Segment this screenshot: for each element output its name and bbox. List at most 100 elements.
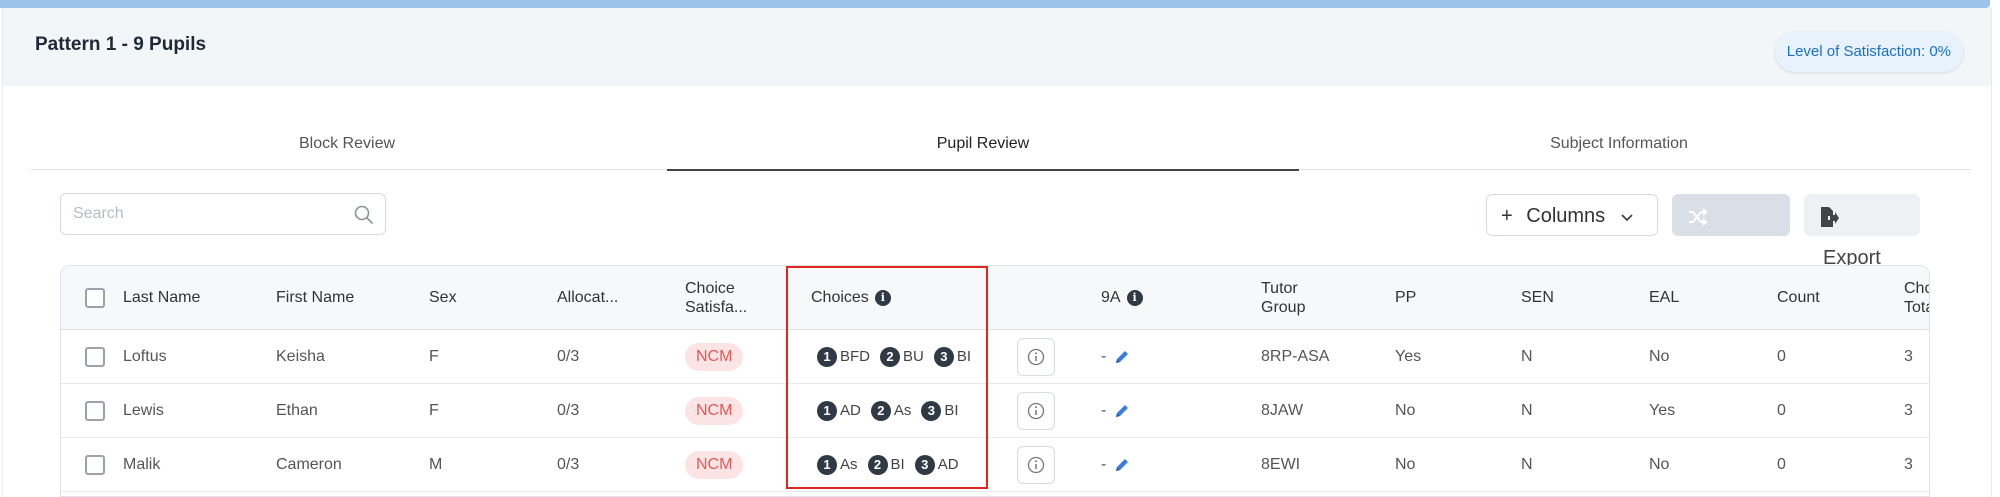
row-info-button[interactable] xyxy=(1017,337,1055,376)
row-checkbox[interactable] xyxy=(85,346,105,367)
cell-9a: - xyxy=(1101,438,1132,491)
choice-rank: 2 xyxy=(880,346,900,367)
tab-pupil-review[interactable]: Pupil Review xyxy=(667,118,1299,171)
info-circle-icon xyxy=(1027,402,1045,419)
cell-tutor-group: 8JAW xyxy=(1261,401,1304,419)
cell-first-name: Ethan xyxy=(276,401,318,419)
tab-subject-information[interactable]: Subject Information xyxy=(1303,118,1935,170)
cell-allocated: 0/3 xyxy=(557,347,580,365)
cell-last-name: Lewis xyxy=(123,401,164,419)
header-sen[interactable]: SEN xyxy=(1521,266,1554,329)
cell-eal: Yes xyxy=(1649,401,1676,419)
table-row[interactable]: Lewis Ethan F 0/3 NCM 1 AD 2 As 3 BI - 8JAW… xyxy=(61,384,1929,438)
choice-rank: 1 xyxy=(817,454,837,475)
row-info-button[interactable] xyxy=(1017,445,1055,484)
table-row[interactable]: Loftus Keisha F 0/3 NCM 1 BFD 2 BU 3 BI - 8… xyxy=(61,330,1929,384)
cell-last-name: Malik xyxy=(123,455,161,473)
chevron-down-icon xyxy=(1621,214,1633,221)
header-pp[interactable]: PP xyxy=(1395,266,1416,329)
columns-button[interactable]: + Columns xyxy=(1486,194,1658,236)
row-checkbox[interactable] xyxy=(85,454,105,475)
header-tutor-group[interactable]: Tutor Group xyxy=(1261,266,1305,329)
header-count[interactable]: Count xyxy=(1777,266,1820,329)
cell-eal: No xyxy=(1649,347,1670,365)
shuffle-button[interactable]: Shuffle xyxy=(1672,194,1790,269)
header-eal[interactable]: EAL xyxy=(1649,266,1679,329)
cell-sex: F xyxy=(429,401,439,419)
row-info-button[interactable] xyxy=(1017,391,1055,430)
satisfaction-badge: NCM xyxy=(685,396,744,425)
info-icon[interactable]: i xyxy=(1126,289,1143,306)
plus-icon: + xyxy=(1501,205,1513,227)
cell-choices: 1 AD 2 As 3 BI xyxy=(817,384,969,437)
cell-allocated: 0/3 xyxy=(557,401,580,419)
cell-choice-total: 3 xyxy=(1904,401,1913,419)
choice-rank: 3 xyxy=(921,400,942,421)
shuffle-icon xyxy=(1689,208,1708,226)
choice-item: 2 BU xyxy=(880,346,924,367)
card-title: Pattern 1 - 9 Pupils xyxy=(35,34,207,55)
cell-9a: - xyxy=(1101,384,1132,437)
choice-item: 2 As xyxy=(870,400,912,421)
cell-choices: 1 BFD 2 BU 3 BI xyxy=(817,330,981,383)
choice-item: 3 BI xyxy=(921,400,959,421)
cell-sen: N xyxy=(1521,347,1533,365)
choice-item: 2 BI xyxy=(867,454,905,475)
export-icon xyxy=(1821,206,1839,227)
edit-pencil-icon[interactable] xyxy=(1112,455,1132,475)
cell-pp: No xyxy=(1395,455,1416,473)
info-icon[interactable]: i xyxy=(874,289,891,306)
cell-count: 0 xyxy=(1777,455,1786,473)
search-input[interactable] xyxy=(61,194,331,234)
choice-code: BI xyxy=(956,348,972,365)
choice-code: BU xyxy=(903,348,924,365)
header-9a-label: 9A xyxy=(1101,288,1121,306)
header-choice-satisfaction-line1: Choice xyxy=(685,279,735,297)
row-checkbox[interactable] xyxy=(85,400,105,421)
header-sex[interactable]: Sex xyxy=(429,266,457,329)
header-9a[interactable]: 9A i xyxy=(1101,266,1143,329)
header-choices[interactable]: Choices i xyxy=(811,266,891,329)
cell-pp: No xyxy=(1395,401,1416,419)
review-tabs: Block Review Pupil Review Subject Inform… xyxy=(31,118,1971,171)
cell-9a-value: - xyxy=(1101,455,1107,473)
table-header: Last Name First Name Sex Allocat... Choi… xyxy=(61,266,1929,330)
header-choice-total-line1: Choi xyxy=(1904,279,1929,297)
header-choice-total[interactable]: ChoiTota xyxy=(1904,266,1929,329)
header-last-name[interactable]: Last Name xyxy=(123,266,200,329)
info-circle-icon xyxy=(1027,456,1045,473)
header-allocated[interactable]: Allocat... xyxy=(557,266,618,329)
cell-sex: M xyxy=(429,455,443,473)
choice-item: 3 AD xyxy=(914,454,959,475)
choice-code: AD xyxy=(937,456,959,473)
choice-code: As xyxy=(840,456,858,473)
cell-first-name: Cameron xyxy=(276,455,342,473)
app-frame: Pattern 1 - 9 Pupils Level of Satisfacti… xyxy=(0,0,2000,497)
choice-item: 1 AD xyxy=(817,400,861,421)
pupil-table: Last Name First Name Sex Allocat... Choi… xyxy=(60,265,1930,497)
header-first-name[interactable]: First Name xyxy=(276,266,354,329)
select-all-checkbox[interactable] xyxy=(85,287,105,308)
satisfaction-badge: NCM xyxy=(685,450,744,479)
tab-block-review[interactable]: Block Review xyxy=(31,118,663,170)
choice-code: As xyxy=(893,402,912,419)
edit-pencil-icon[interactable] xyxy=(1112,401,1132,421)
choice-rank: 2 xyxy=(867,454,888,475)
header-choice-satisfaction[interactable]: Choice Satisfa... xyxy=(685,266,747,329)
choice-rank: 3 xyxy=(914,454,935,475)
top-accent-bar xyxy=(0,0,1990,8)
satisfaction-badge: NCM xyxy=(685,342,744,371)
header-tutor-group-line2: Group xyxy=(1261,298,1306,316)
choice-code: BFD xyxy=(840,348,870,365)
cell-sen: N xyxy=(1521,455,1533,473)
header-tutor-group-line1: Tutor xyxy=(1261,279,1298,297)
table-row[interactable]: Malik Cameron M 0/3 NCM 1 As 2 BI 3 AD - 8E… xyxy=(61,438,1929,492)
export-button[interactable]: Export xyxy=(1804,194,1920,269)
choice-code: BI xyxy=(944,402,959,419)
choice-rank: 1 xyxy=(817,346,837,367)
header-choices-label: Choices xyxy=(811,288,869,306)
cell-tutor-group: 8EWI xyxy=(1261,455,1301,473)
edit-pencil-icon[interactable] xyxy=(1112,347,1132,367)
search-icon[interactable] xyxy=(353,204,375,226)
header-choice-satisfaction-line2: Satisfa... xyxy=(685,298,748,316)
